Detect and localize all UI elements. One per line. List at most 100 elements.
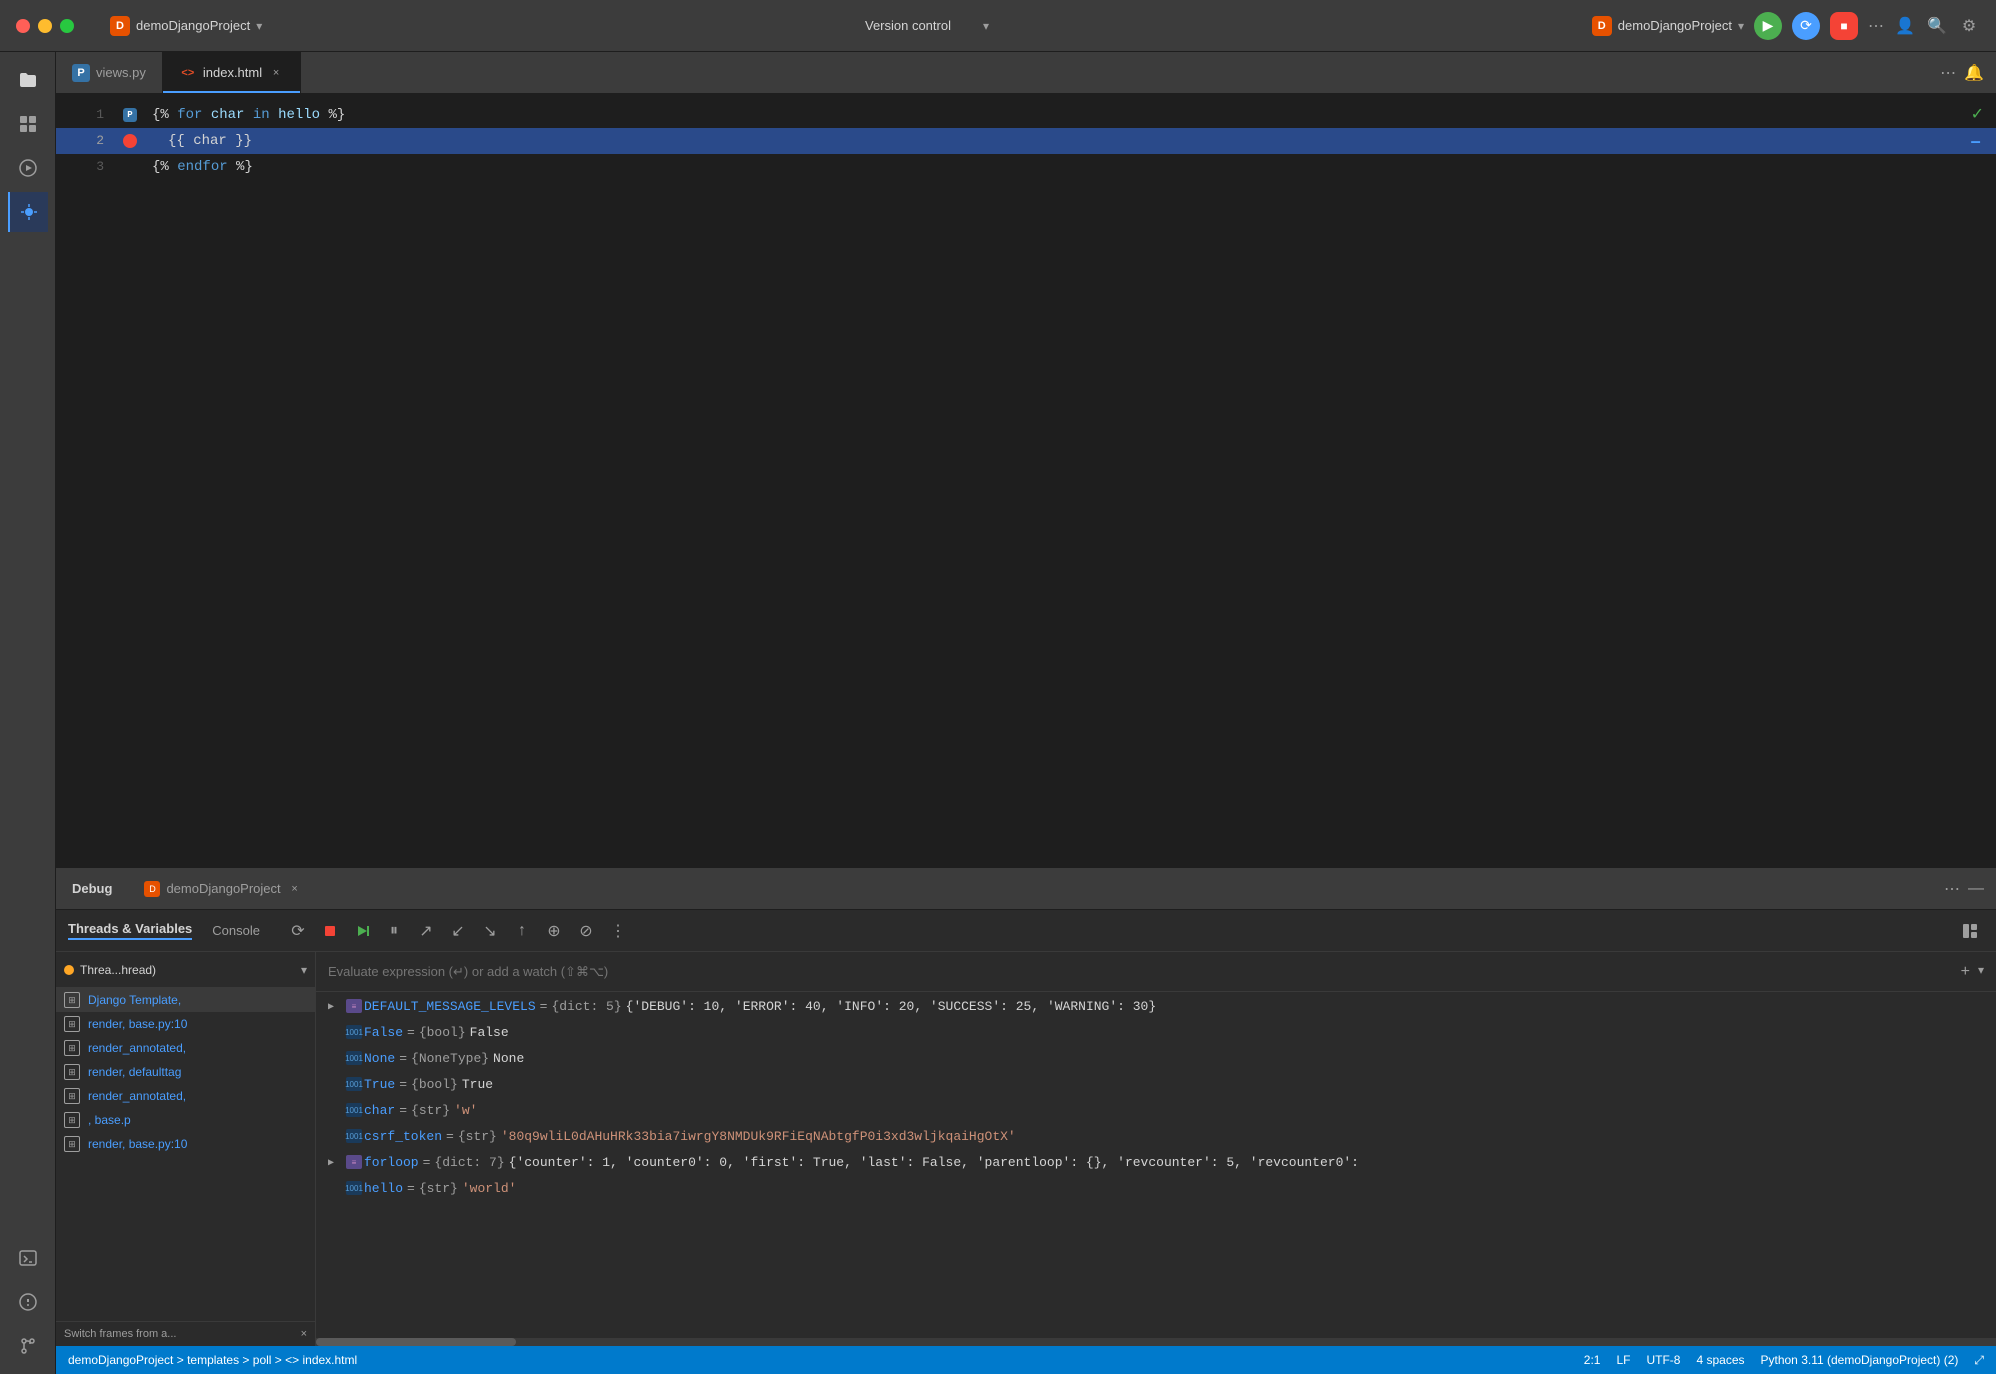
rerun-button[interactable]: ⟳ (284, 917, 312, 945)
variable-item: 1001 False = {bool} False (316, 1022, 1996, 1048)
project-name: demoDjangoProject (136, 18, 250, 33)
cursor-position[interactable]: 2:1 (1584, 1353, 1601, 1368)
sidebar-item-folder[interactable] (8, 60, 48, 100)
breakpoint-icon (120, 134, 140, 148)
scrollbar-thumb[interactable] (316, 1338, 516, 1346)
resume-button[interactable] (348, 917, 376, 945)
var-icon: 1001 (346, 1025, 362, 1039)
frame-name: Django Template, (88, 993, 181, 1007)
evaluate-button[interactable]: ⊕ (540, 917, 568, 945)
frame-item[interactable]: ⊞ render, defaulttag (56, 1060, 315, 1084)
add-watch-icon[interactable]: + (1961, 963, 1970, 981)
frame-item[interactable]: ⊞ render, base.py:10 (56, 1132, 315, 1156)
expand-arrow[interactable]: ▶ (328, 999, 344, 1013)
account-icon[interactable]: 👤 (1894, 15, 1916, 37)
debug-project-icon: D (144, 881, 160, 897)
thread-chevron[interactable]: ▾ (301, 963, 307, 977)
tab-debug[interactable]: Debug (56, 868, 128, 909)
expand-arrow[interactable]: ▶ (328, 1155, 344, 1169)
var-name[interactable]: True (364, 1077, 395, 1092)
variable-item: 1001 char = {str} 'w' (316, 1100, 1996, 1126)
variable-item: 1001 csrf_token = {str} '80q9wliL0dAHuHR… (316, 1126, 1996, 1152)
frames-list: ⊞ Django Template, ⊞ render, base.py:10 … (56, 988, 315, 1321)
threads-variables-tab[interactable]: Threads & Variables (68, 921, 192, 940)
tab-close-debug[interactable]: × (287, 881, 303, 897)
frames-footer-label: Switch frames from a... (64, 1328, 176, 1340)
var-name[interactable]: csrf_token (364, 1129, 442, 1144)
tab-debug-project[interactable]: D demoDjangoProject × (128, 868, 318, 909)
variable-item: 1001 True = {bool} True (316, 1074, 1996, 1100)
sidebar-item-git[interactable] (8, 1326, 48, 1366)
maximize-button[interactable] (60, 19, 74, 33)
eval-chevron-icon[interactable]: ▾ (1978, 963, 1984, 981)
debug-run-button[interactable]: ⟳ (1792, 12, 1820, 40)
clear-button[interactable]: ⊘ (572, 917, 600, 945)
eval-input[interactable] (328, 964, 1953, 979)
sidebar-item-problems[interactable] (8, 1282, 48, 1322)
sidebar-item-debug[interactable] (8, 192, 48, 232)
frame-item[interactable]: ⊞ render_annotated, (56, 1084, 315, 1108)
step-into-button[interactable]: ↙ (444, 917, 472, 945)
stop-debug-button[interactable] (316, 917, 344, 945)
layout-icon[interactable] (1956, 917, 1984, 945)
more-debug-icon[interactable]: ⋮ (604, 917, 632, 945)
search-icon[interactable]: 🔍 (1926, 15, 1948, 37)
python-version[interactable]: Python 3.11 (demoDjangoProject) (2) (1761, 1353, 1959, 1368)
var-name[interactable]: hello (364, 1181, 403, 1196)
thread-status-dot (64, 965, 74, 975)
indent[interactable]: 4 spaces (1696, 1353, 1744, 1368)
var-name[interactable]: char (364, 1103, 395, 1118)
tab-views[interactable]: P views.py (56, 52, 163, 93)
editor-more-icon[interactable]: ⋯ (1940, 63, 1956, 83)
html-icon: <> (179, 64, 197, 82)
debug-more-icon[interactable]: ⋯ (1944, 879, 1960, 899)
step-over-button[interactable]: ↗ (412, 917, 440, 945)
variable-item: 1001 None = {NoneType} None (316, 1048, 1996, 1074)
console-tab[interactable]: Console (212, 923, 260, 938)
charset[interactable]: UTF-8 (1646, 1353, 1680, 1368)
close-button[interactable] (16, 19, 30, 33)
sidebar-item-structure[interactable] (8, 104, 48, 144)
run-project-selector[interactable]: D demoDjangoProject ▾ (1592, 16, 1744, 36)
horizontal-scrollbar[interactable] (316, 1338, 1996, 1346)
notifications-icon[interactable]: 🔔 (1964, 63, 1984, 83)
close-frames-icon[interactable]: × (301, 1328, 307, 1340)
minimize-button[interactable] (38, 19, 52, 33)
frame-icon: ⊞ (64, 1136, 80, 1152)
more-options-icon[interactable]: ⋯ (1868, 16, 1884, 36)
sidebar-item-run[interactable] (8, 148, 48, 188)
frame-item[interactable]: ⊞ , base.p (56, 1108, 315, 1132)
tab-index[interactable]: <> index.html × (163, 52, 301, 93)
var-name[interactable]: False (364, 1025, 403, 1040)
var-name[interactable]: None (364, 1051, 395, 1066)
frame-item[interactable]: ⊞ render, base.py:10 (56, 1012, 315, 1036)
check-icon: ✓ (1971, 102, 1984, 128)
var-name[interactable]: forloop (364, 1155, 419, 1170)
frame-name: render, base.py:10 (88, 1137, 187, 1151)
debug-toolbar: Threads & Variables Console ⟳ ⏸ ↗ ↙ ↘ ↑ … (56, 910, 1996, 952)
editor-content[interactable]: 1 P {% for char in hello %} (56, 94, 1996, 866)
breadcrumb[interactable]: demoDjangoProject > templates > poll > <… (68, 1353, 357, 1367)
pause-button[interactable]: ⏸ (380, 917, 408, 945)
stop-button[interactable]: ■ (1830, 12, 1858, 40)
frame-icon: ⊞ (64, 1040, 80, 1056)
titlebar: D demoDjangoProject ▾ Version control ▾ … (0, 0, 1996, 52)
project-selector[interactable]: D demoDjangoProject ▾ (110, 16, 262, 36)
frame-name: render, defaulttag (88, 1065, 181, 1079)
tab-close-index[interactable]: × (268, 65, 284, 81)
settings-icon[interactable]: ⚙ (1958, 15, 1980, 37)
step-out-button[interactable]: ↘ (476, 917, 504, 945)
line-ending[interactable]: LF (1616, 1353, 1630, 1368)
expand-icon[interactable]: ⤢ (1974, 1353, 1984, 1368)
frame-item[interactable]: ⊞ render_annotated, (56, 1036, 315, 1060)
frame-name: render, base.py:10 (88, 1017, 187, 1031)
sidebar-item-terminal[interactable] (8, 1238, 48, 1278)
version-control[interactable]: Version control (865, 18, 951, 33)
frame-item[interactable]: ⊞ Django Template, (56, 988, 315, 1012)
run-to-cursor-button[interactable]: ↑ (508, 917, 536, 945)
var-name[interactable]: DEFAULT_MESSAGE_LEVELS (364, 999, 536, 1014)
variables-panel: + ▾ ▶ ≡ DEFAULT_MESSAGE_LEVELS = {dict: … (316, 952, 1996, 1346)
debug-minimize-icon[interactable]: — (1968, 880, 1984, 898)
editor-right-gutter: ✓ – (1971, 102, 1984, 154)
run-button[interactable]: ▶ (1754, 12, 1782, 40)
